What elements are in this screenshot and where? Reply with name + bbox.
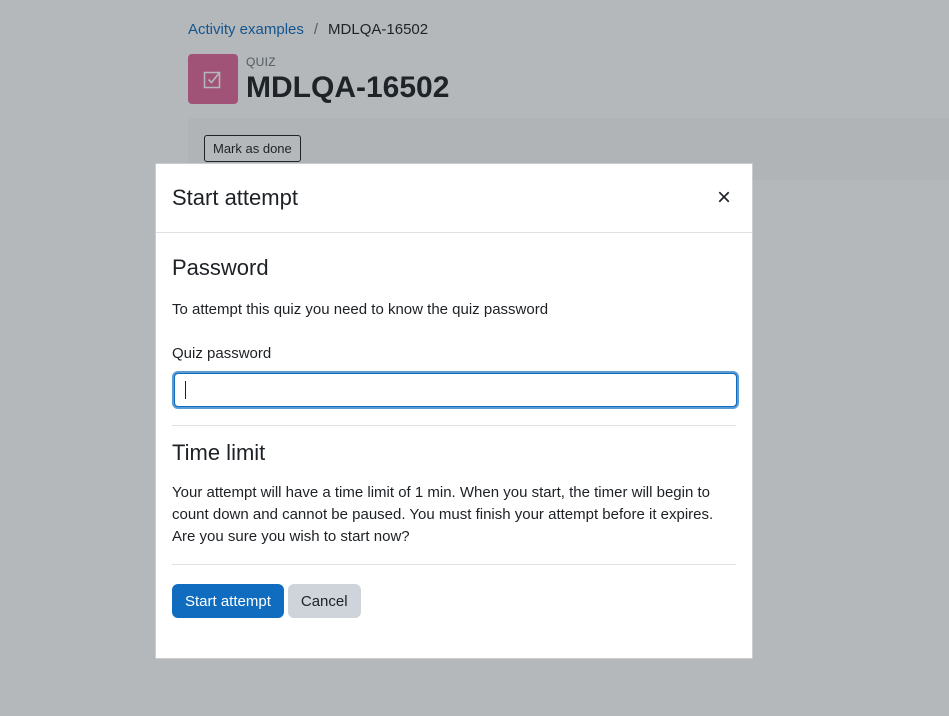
footer-divider — [172, 564, 736, 565]
modal-body: Password To attempt this quiz you need t… — [156, 255, 752, 618]
time-limit-section-heading: Time limit — [172, 440, 266, 465]
close-icon[interactable]: × — [712, 186, 736, 210]
quiz-password-label: Quiz password — [172, 345, 272, 362]
modal-footer: Start attempt Cancel — [172, 584, 736, 618]
text-caret — [185, 381, 186, 399]
section-divider — [172, 425, 736, 426]
modal-title: Start attempt — [172, 185, 298, 210]
password-description: To attempt this quiz you need to know th… — [172, 301, 549, 318]
start-attempt-dialog: Start attempt × Password To attempt this… — [155, 163, 753, 659]
modal-header: Start attempt × — [156, 164, 752, 233]
cancel-button[interactable]: Cancel — [287, 584, 361, 618]
quiz-password-input[interactable] — [172, 371, 739, 409]
time-limit-description: Your attempt will have a time limit of 1… — [172, 484, 714, 545]
start-attempt-button[interactable]: Start attempt — [172, 584, 284, 618]
password-section-heading: Password — [172, 255, 269, 280]
